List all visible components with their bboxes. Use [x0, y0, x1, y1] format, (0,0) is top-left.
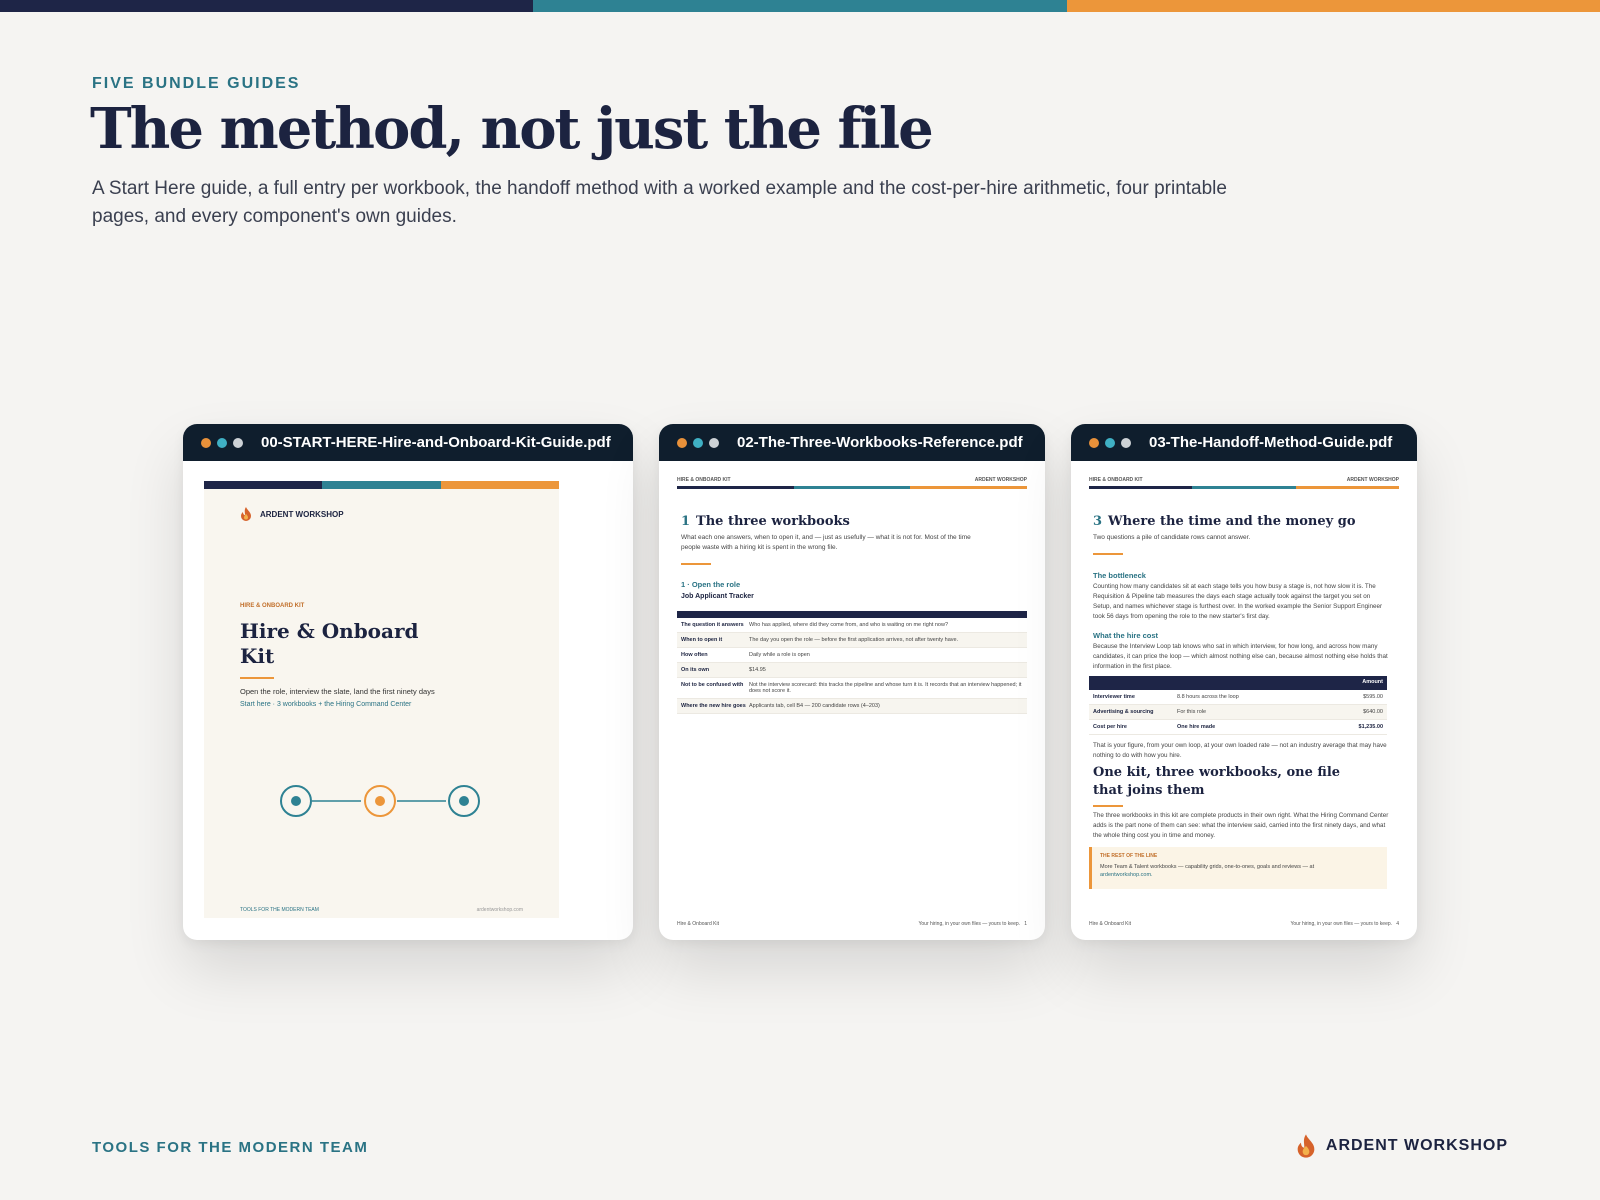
- window-dot-icon: [1105, 437, 1115, 448]
- cover-description: Open the role, interview the slate, land…: [240, 687, 435, 696]
- footer-brand-name: ARDENT WORKSHOP: [1325, 1137, 1508, 1154]
- page-header: HIRE & ONBOARD KIT ARDENT WORKSHOP: [677, 477, 1027, 483]
- top-color-bar: [0, 0, 1600, 12]
- pdf-window-workbooks-reference[interactable]: 02-The-Three-Workbooks-Reference.pdf HIR…: [659, 424, 1045, 940]
- workbook-table: The question it answers Who has applied, …: [677, 611, 1027, 714]
- steps-diagram-icon: [280, 785, 480, 817]
- flame-icon: [1297, 1134, 1315, 1158]
- subhead-cost: What the hire cost: [1093, 631, 1159, 640]
- page-subtitle: A Start Here guide, a full entry per wor…: [92, 178, 1227, 227]
- pdf-window-start-here[interactable]: 00-START-HERE-Hire-and-Onboard-Kit-Guide…: [183, 424, 633, 940]
- table-row: Not to be confused with Not the interview…: [677, 678, 1027, 699]
- flame-icon: [241, 507, 251, 521]
- table-row: Cost per hire One hire made $1,235.00: [1089, 720, 1387, 735]
- paragraph: Because the Interview Loop tab knows who…: [1093, 643, 1388, 670]
- eyebrow-label: FIVE BUNDLE GUIDES: [92, 75, 301, 92]
- subhead: 1 · Open the role: [681, 580, 741, 589]
- window-dot-icon: [217, 437, 227, 448]
- pdf-page: HIRE & ONBOARD KIT ARDENT WORKSHOP 3 Where…: [1071, 461, 1417, 940]
- workbook-name: Job Applicant Tracker: [681, 593, 754, 600]
- window-titlebar: 03-The-Handoff-Method-Guide.pdf: [1071, 424, 1417, 461]
- cover-tag: HIRE & ONBOARD KIT: [240, 603, 305, 609]
- section-subtitle: Two questions a pile of candidate rows c…: [1093, 534, 1251, 541]
- section-title: 1 The three workbooks: [681, 514, 850, 529]
- window-titlebar: 02-The-Three-Workbooks-Reference.pdf: [659, 424, 1045, 461]
- section-heading: One kit, three workbooks, one file that …: [1093, 765, 1341, 798]
- cover-brand: ARDENT WORKSHOP: [260, 509, 344, 519]
- window-filename: 00-START-HERE-Hire-and-Onboard-Kit-Guide…: [261, 434, 611, 451]
- page-title: The method, not just the file: [90, 96, 934, 162]
- table-row: The question it answers Who has applied, …: [677, 618, 1027, 633]
- table-row: How often Daily while a role is open: [677, 648, 1027, 663]
- window-dot-icon: [677, 437, 687, 448]
- table-row: Interviewer time 8.8 hours across the loo…: [1089, 690, 1387, 705]
- table-row: Advertising & sourcing For this role $640.…: [1089, 705, 1387, 720]
- paragraph: Counting how many candidates sit at each…: [1093, 583, 1383, 620]
- window-dot-icon: [693, 437, 703, 448]
- section-title: 3 Where the time and the money go: [1093, 514, 1356, 529]
- window-titlebar: 00-START-HERE-Hire-and-Onboard-Kit-Guide…: [183, 424, 633, 461]
- paragraph: That is your figure, from your own loop,…: [1093, 742, 1387, 759]
- footer-brand: ARDENT WORKSHOP: [1296, 1134, 1508, 1158]
- cost-table: Amount Interviewer time 8.8 hours across …: [1089, 676, 1387, 735]
- window-dot-icon: [201, 437, 211, 448]
- window-filename: 03-The-Handoff-Method-Guide.pdf: [1149, 434, 1393, 451]
- page-header: HIRE & ONBOARD KIT ARDENT WORKSHOP: [1089, 477, 1399, 483]
- cover-link: Start here · 3 workbooks + the Hiring Co…: [240, 701, 412, 708]
- callout-box: THE REST OF THE LINE More Team & Talent …: [1089, 847, 1387, 889]
- pdf-window-handoff-method[interactable]: 03-The-Handoff-Method-Guide.pdf HIRE & O…: [1071, 424, 1417, 940]
- table-row: On its own $14.95: [677, 663, 1027, 678]
- pdf-page: HIRE & ONBOARD KIT ARDENT WORKSHOP 1 The t…: [659, 461, 1045, 940]
- paragraph: The three workbooks in this kit are comp…: [1093, 812, 1389, 839]
- table-row: Where the new hire goes Applicants tab, c…: [677, 699, 1027, 714]
- window-dot-icon: [709, 437, 719, 448]
- section-subtitle: What each one answers, when to open it, …: [681, 534, 971, 551]
- window-filename: 02-The-Three-Workbooks-Reference.pdf: [737, 434, 1023, 451]
- window-dot-icon: [1121, 437, 1131, 448]
- cover-footer: TOOLS FOR THE MODERN TEAM ardentworkshop.…: [240, 907, 523, 913]
- window-dot-icon: [233, 437, 243, 448]
- callout-link[interactable]: ardentworkshop.com.: [1100, 872, 1379, 878]
- footer-tagline: TOOLS FOR THE MODERN TEAM: [92, 1139, 369, 1156]
- page-footer: Hire & Onboard Kit Your hiring, in your o…: [1089, 921, 1399, 927]
- cover-title: Hire & Onboard Kit: [240, 619, 419, 668]
- subhead-bottleneck: The bottleneck: [1093, 571, 1146, 580]
- table-row: When to open it The day you open the role…: [677, 633, 1027, 648]
- page-footer: Hire & Onboard Kit Your hiring, in your o…: [677, 921, 1027, 927]
- window-dot-icon: [1089, 437, 1099, 448]
- cover-logo: ARDENT WORKSHOP: [240, 507, 344, 521]
- cover-page: ARDENT WORKSHOP HIRE & ONBOARD KIT Hire …: [204, 481, 559, 918]
